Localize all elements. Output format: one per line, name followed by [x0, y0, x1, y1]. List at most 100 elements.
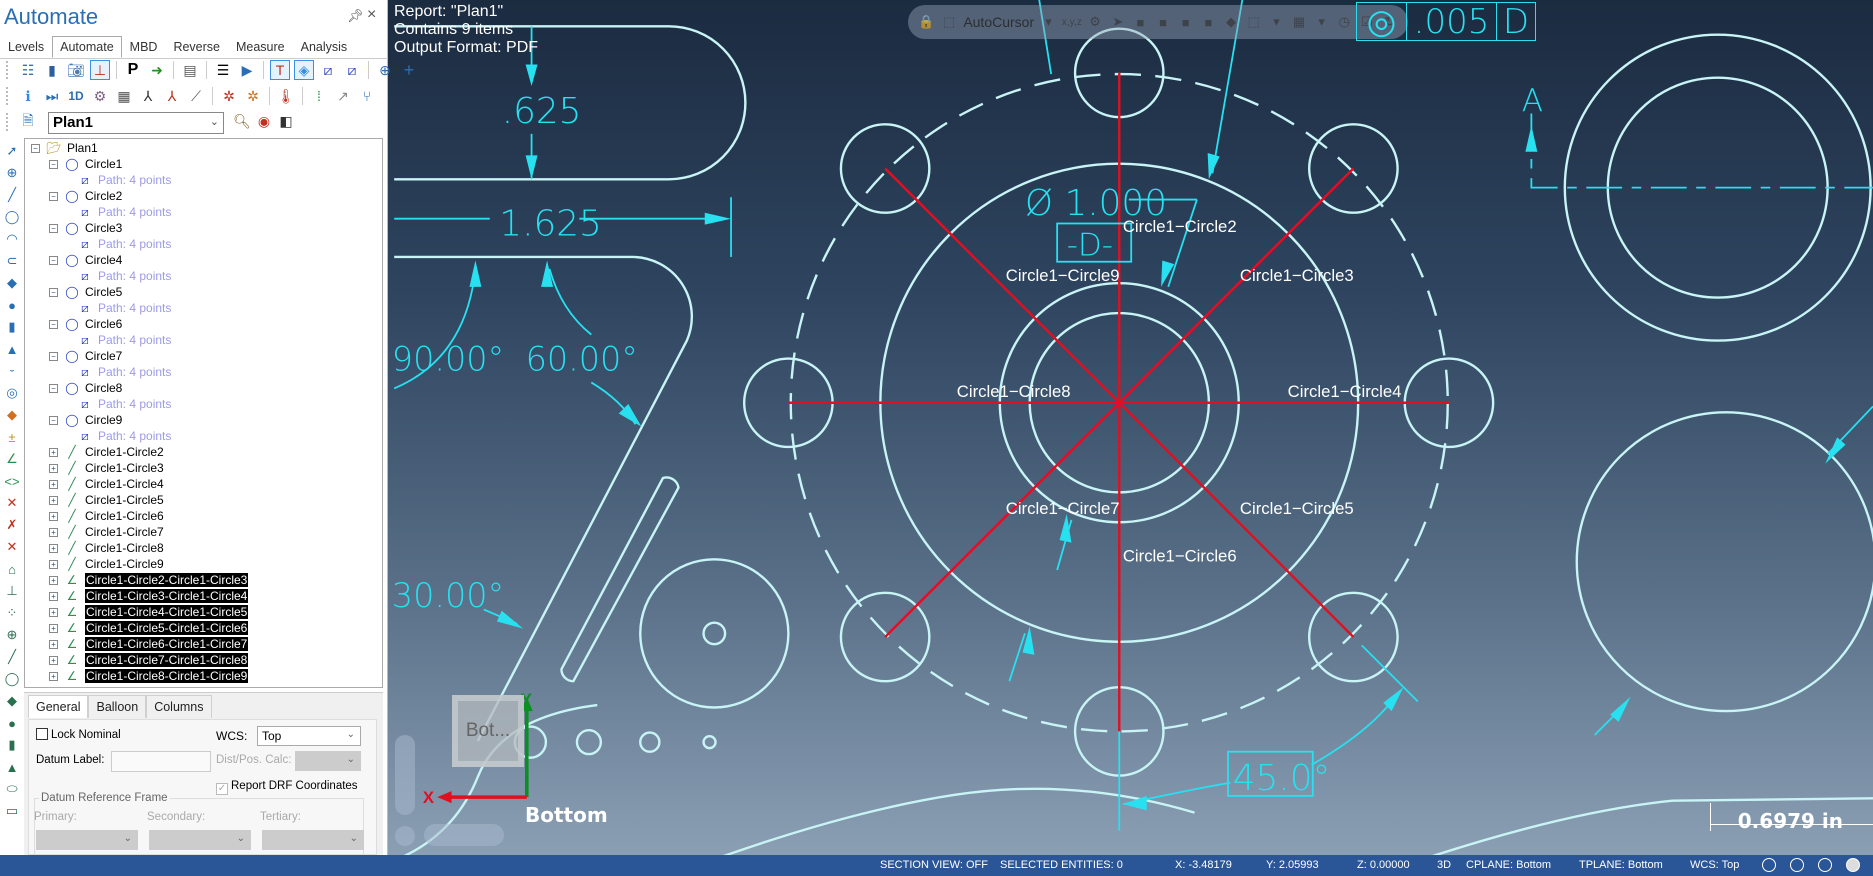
surface-icon[interactable]: ■: [1155, 13, 1172, 31]
expand-icon[interactable]: +: [49, 623, 58, 633]
expand-icon[interactable]: +: [49, 463, 58, 473]
fit-icon[interactable]: ⟋: [186, 86, 206, 106]
datum-d-label[interactable]: -D-: [1067, 228, 1113, 264]
tree-item-circle[interactable]: − ◯ Circle1: [49, 156, 122, 172]
collapse-icon[interactable]: −: [49, 287, 58, 297]
arc-icon[interactable]: ◠: [0, 228, 24, 250]
tree-item-distance[interactable]: + ╱ Circle1-Circle4: [49, 476, 164, 492]
tertiary-datum-select[interactable]: ⌄: [262, 830, 364, 850]
slot-icon[interactable]: ⊂: [0, 250, 24, 272]
surface-point-icon[interactable]: ◆: [0, 404, 24, 426]
dim-angle-30[interactable]: 30.00°: [392, 576, 504, 615]
collapse-icon[interactable]: −: [49, 319, 58, 329]
tree-item-path[interactable]: ⧄ Path: 4 points: [75, 396, 171, 412]
expand-icon[interactable]: +: [49, 511, 58, 521]
tree-item-path[interactable]: ⧄ Path: 4 points: [75, 236, 171, 252]
pan-vertical-control[interactable]: [395, 735, 415, 815]
dist-pos-calc-select[interactable]: ⌄: [295, 751, 361, 771]
add-plan-icon[interactable]: 🗎: [18, 112, 38, 132]
dim-angle-45[interactable]: 45.0°: [1233, 758, 1331, 799]
tree-item-distance[interactable]: + ╱ Circle1-Circle9: [49, 556, 164, 572]
probe-p-icon[interactable]: P: [123, 60, 143, 80]
tree-item-distance[interactable]: + ╱ Circle1-Circle3: [49, 460, 164, 476]
wcs-status-select[interactable]: WCS: Top: [1690, 859, 1739, 871]
table-icon[interactable]: ▦: [114, 86, 134, 106]
tree-item-circle[interactable]: − ◯ Circle7: [49, 348, 122, 364]
tree-item-angle[interactable]: + ∠ Circle1-Circle3-Circle1-Circle4: [49, 588, 249, 604]
plane-icon[interactable]: ◆: [0, 272, 24, 294]
tree-item-circle[interactable]: − ◯ Circle9: [49, 412, 122, 428]
close-icon[interactable]: ×: [367, 6, 376, 24]
tree-item-distance[interactable]: + ╱ Circle1-Circle8: [49, 540, 164, 556]
pin-icon[interactable]: 📌︎: [347, 8, 364, 24]
solid-icon[interactable]: ■: [1132, 13, 1149, 31]
tab-automate[interactable]: Automate: [52, 36, 122, 58]
tree-item-path[interactable]: ⧄ Path: 4 points: [75, 300, 171, 316]
vector-icon[interactable]: ↗: [333, 86, 353, 106]
mode-3d-toggle[interactable]: 3D: [1437, 859, 1451, 871]
tab-general[interactable]: General: [28, 695, 89, 718]
1d-icon[interactable]: 1D: [66, 86, 86, 106]
globe-hidden-icon[interactable]: [1818, 858, 1832, 872]
paraboloid-icon[interactable]: ⏑: [0, 360, 24, 382]
slot-construct-icon[interactable]: ⬭: [0, 778, 24, 800]
tab-measure[interactable]: Measure: [228, 36, 293, 58]
collapse-icon[interactable]: −: [49, 383, 58, 393]
plane-construct-icon[interactable]: ◆: [0, 690, 24, 712]
step-icon[interactable]: ⏭: [42, 86, 62, 106]
expand-icon[interactable]: +: [49, 575, 58, 585]
select-mode-icon[interactable]: ⬚: [1245, 13, 1262, 31]
tree-item-distance[interactable]: + ╱ Circle1-Circle6: [49, 508, 164, 524]
probe-arrow-icon[interactable]: ➜: [147, 60, 167, 80]
robot-icon[interactable]: T: [270, 60, 290, 80]
tree-item-distance[interactable]: + ╱ Circle1-Circle2: [49, 444, 164, 460]
line-icon[interactable]: ╱: [0, 184, 24, 206]
dim-slot-length[interactable]: 1.625: [499, 203, 602, 244]
thermometer-icon[interactable]: 🌡︎: [276, 86, 296, 106]
tree-item-circle[interactable]: − ◯ Circle2: [49, 188, 122, 204]
search-icon[interactable]: 🔍︎: [232, 111, 252, 131]
expand-icon[interactable]: +: [49, 543, 58, 553]
tree-item-angle[interactable]: + ∠ Circle1-Circle4-Circle1-Circle5: [49, 604, 249, 620]
play-icon[interactable]: ▶: [237, 60, 257, 80]
chevron-down-icon[interactable]: ▾: [1040, 13, 1057, 31]
path-pattern-add-icon[interactable]: ⧄: [342, 60, 362, 80]
expand-icon[interactable]: +: [49, 447, 58, 457]
gear-icon[interactable]: ⚙: [1087, 13, 1104, 31]
tree-item-circle[interactable]: − ◯ Circle3: [49, 220, 122, 236]
tree-item-path[interactable]: ⧄ Path: 4 points: [75, 172, 171, 188]
tree-item-angle[interactable]: + ∠ Circle1-Circle8-Circle1-Circle9: [49, 668, 249, 684]
points-icon[interactable]: ⁘: [0, 602, 24, 624]
tree-item-path[interactable]: ⧄ Path: 4 points: [75, 204, 171, 220]
tab-balloon[interactable]: Balloon: [88, 695, 147, 718]
branch-icon[interactable]: ⑂: [357, 86, 377, 106]
z-coordinate[interactable]: Z: 0.00000: [1357, 859, 1410, 871]
select-box-icon[interactable]: ⬚: [941, 13, 958, 31]
plan-tree[interactable]: − 📂︎ Plan1 − ◯ Circle1 ⧄ Path: 4 points …: [24, 138, 383, 688]
symmetry-icon[interactable]: <>: [0, 470, 24, 492]
tab-analysis[interactable]: Analysis: [293, 36, 356, 58]
section-view-status[interactable]: SECTION VIEW: OFF: [880, 859, 988, 871]
tree-item-angle[interactable]: + ∠ Circle1-Circle7-Circle1-Circle8: [49, 652, 249, 668]
intersect-icon[interactable]: ✕: [0, 492, 24, 514]
tree-item-circle[interactable]: − ◯ Circle6: [49, 316, 122, 332]
graphics-viewport[interactable]: .625 1.625 90.00° 60.00° 30.00° Ø 1.000 …: [388, 0, 1873, 855]
cursor-icon[interactable]: ➤: [1109, 13, 1126, 31]
tree-root[interactable]: − 📂︎ Plan1: [31, 140, 98, 156]
tree-item-path[interactable]: ⧄ Path: 4 points: [75, 332, 171, 348]
circle-construct-icon[interactable]: ◯: [0, 668, 24, 690]
filter-icon[interactable]: ▦: [1291, 13, 1308, 31]
cone-icon[interactable]: ▲: [0, 338, 24, 360]
tree-item-path[interactable]: ⧄ Path: 4 points: [75, 428, 171, 444]
tree-item-distance[interactable]: + ╱ Circle1-Circle5: [49, 492, 164, 508]
crosshair-icon[interactable]: ⊕: [0, 624, 24, 646]
tree-item-angle[interactable]: + ∠ Circle1-Circle6-Circle1-Circle7: [49, 636, 249, 652]
cad-drawing[interactable]: .625 1.625 90.00° 60.00° 30.00° Ø 1.000 …: [388, 0, 1873, 855]
alignment-icon[interactable]: ⚙: [90, 86, 110, 106]
circle-icon[interactable]: ◯: [0, 206, 24, 228]
orbit-icon[interactable]: [395, 826, 415, 846]
xyz-input-icon[interactable]: x,y,z: [1062, 13, 1082, 31]
wireframe-icon[interactable]: ■: [1177, 13, 1194, 31]
datum-target-icon[interactable]: ⌂: [0, 558, 24, 580]
lock-icon[interactable]: 🔒: [918, 13, 935, 31]
